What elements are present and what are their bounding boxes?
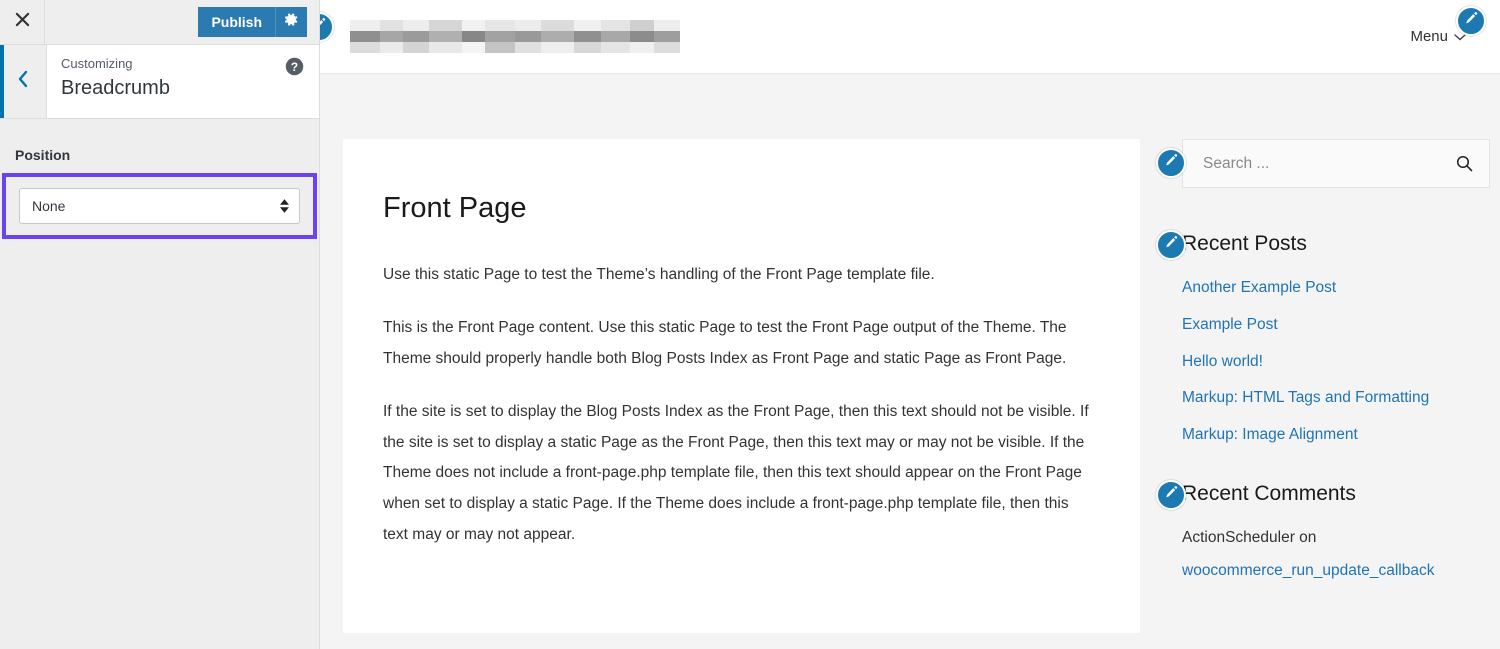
position-control-highlight: None	[2, 173, 317, 239]
list-item: Hello world!	[1182, 351, 1490, 373]
site-preview: Menu Front Page Use this static Page to …	[320, 0, 1500, 649]
edit-menu-button[interactable]	[1456, 6, 1486, 36]
pencil-edit-icon	[1464, 11, 1479, 31]
list-item: Another Example Post	[1182, 277, 1490, 299]
position-select[interactable]: None	[19, 188, 300, 224]
list-item: Example Post	[1182, 314, 1490, 336]
comment-author: ActionScheduler on	[1182, 529, 1317, 547]
select-stepper-arrows-icon	[280, 199, 289, 213]
recent-comments-widget: Recent Comments ActionScheduler on wooco…	[1156, 479, 1490, 580]
customizer-topbar: Publish	[0, 0, 319, 45]
customizer-app: Publish Customizing Breadcrumb ? Positio…	[0, 0, 1500, 649]
publish-settings-button[interactable]	[275, 7, 307, 37]
site-header: Menu	[320, 0, 1500, 74]
article-paragraph: This is the Front Page content. Use this…	[383, 319, 1067, 367]
recent-post-link[interactable]: Markup: HTML Tags and Formatting	[1182, 389, 1429, 406]
svg-text:?: ?	[291, 60, 298, 74]
position-control-label: Position	[15, 147, 71, 163]
edit-search-widget-button[interactable]	[1156, 148, 1186, 178]
site-title-blurred	[350, 19, 680, 54]
widget-sidebar: Recent Posts Another Example Post Exampl…	[1140, 74, 1500, 649]
recent-comments-title: Recent Comments	[1182, 481, 1356, 505]
pencil-edit-icon	[1164, 485, 1179, 505]
edit-recent-comments-widget-button[interactable]	[1156, 479, 1186, 510]
gear-icon	[284, 12, 299, 32]
article-paragraph: If the site is set to display the Blog P…	[383, 403, 1089, 543]
pencil-edit-icon	[320, 17, 327, 37]
list-item: ActionScheduler on woocommerce_run_updat…	[1156, 527, 1490, 580]
search-icon[interactable]	[1456, 155, 1473, 172]
front-page-article: Front Page Use this static Page to test …	[343, 139, 1140, 633]
comment-post-link[interactable]: woocommerce_run_update_callback	[1182, 562, 1434, 579]
pencil-edit-icon	[1164, 235, 1179, 255]
search-box	[1182, 139, 1490, 188]
position-select-value: None	[32, 198, 66, 214]
search-input[interactable]	[1203, 154, 1456, 173]
customizer-sidebar: Publish Customizing Breadcrumb ? Positio…	[0, 0, 320, 649]
help-circle-icon: ?	[285, 57, 304, 76]
article-heading: Front Page	[383, 192, 527, 224]
customizer-panel-header: Customizing Breadcrumb ?	[0, 45, 319, 119]
recent-posts-title: Recent Posts	[1182, 232, 1307, 255]
pencil-edit-icon	[1164, 153, 1179, 173]
recent-posts-list: Another Example Post Example Post Hello …	[1156, 277, 1490, 445]
edit-site-title-button[interactable]	[320, 12, 334, 42]
customizer-controls: Position None	[0, 119, 319, 239]
recent-post-link[interactable]: Another Example Post	[1182, 279, 1336, 296]
back-button[interactable]	[0, 45, 47, 118]
publish-button[interactable]: Publish	[198, 7, 275, 37]
customizing-label: Customizing	[61, 56, 133, 71]
edit-recent-posts-widget-button[interactable]	[1156, 230, 1186, 260]
close-button[interactable]	[0, 0, 45, 44]
menu-toggle[interactable]: Menu	[1410, 28, 1448, 45]
search-widget	[1156, 139, 1490, 188]
recent-post-link[interactable]: Example Post	[1182, 316, 1278, 333]
preview-body: Front Page Use this static Page to test …	[320, 74, 1500, 649]
help-button[interactable]: ?	[285, 57, 304, 76]
recent-post-link[interactable]: Markup: Image Alignment	[1182, 426, 1358, 443]
list-item: Markup: HTML Tags and Formatting	[1182, 387, 1490, 409]
list-item: Markup: Image Alignment	[1182, 424, 1490, 446]
chevron-left-icon	[16, 70, 30, 93]
main-content-column: Front Page Use this static Page to test …	[320, 74, 1140, 649]
panel-header-text: Customizing Breadcrumb ?	[47, 45, 319, 118]
close-icon	[15, 12, 30, 32]
publish-group: Publish	[198, 7, 307, 37]
page-title: Breadcrumb	[61, 76, 170, 99]
article-paragraph: Use this static Page to test the Theme’s…	[383, 265, 935, 283]
recent-post-link[interactable]: Hello world!	[1182, 353, 1263, 370]
recent-posts-widget: Recent Posts Another Example Post Exampl…	[1156, 230, 1490, 446]
